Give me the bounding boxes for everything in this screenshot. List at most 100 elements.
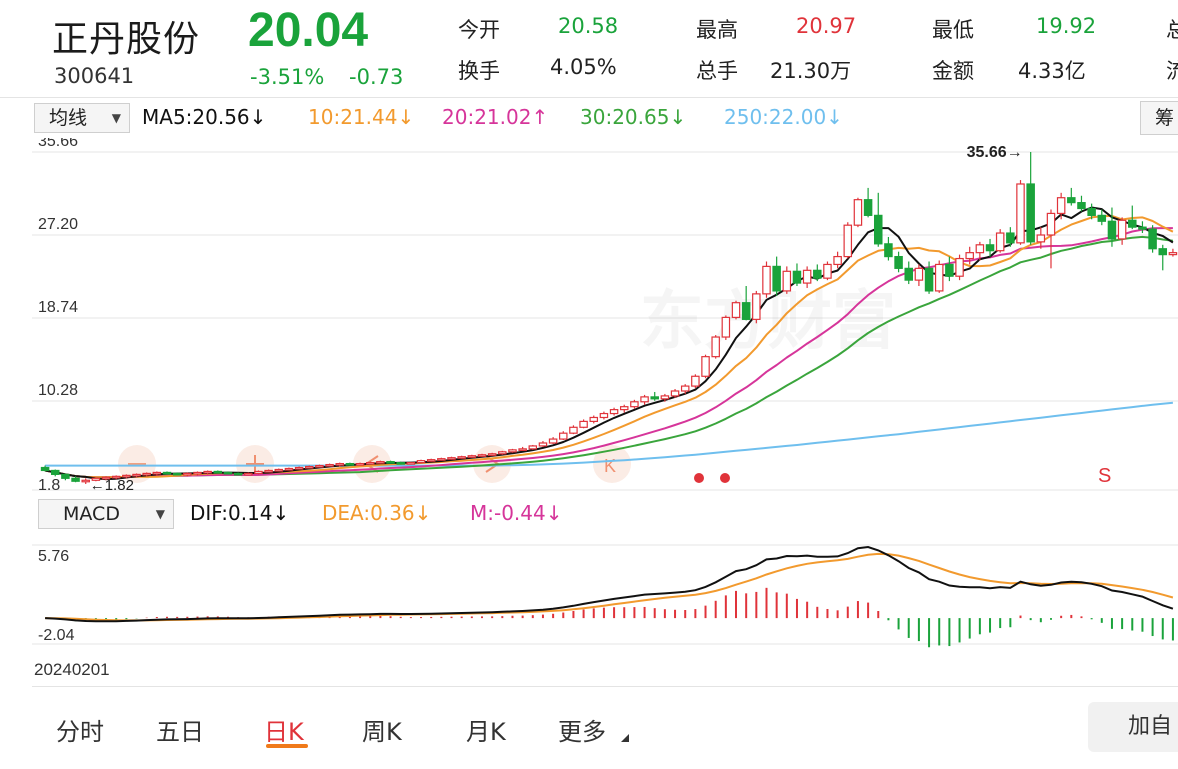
low-value: 19.92 (1036, 14, 1097, 38)
change-percent: -3.51% (250, 65, 325, 89)
change-amount: -0.73 (349, 65, 404, 89)
candle-body (559, 432, 568, 440)
candle-body (233, 472, 243, 476)
candle-body (142, 472, 151, 476)
candle-body (416, 460, 426, 464)
signal-dot (720, 473, 730, 483)
header-divider (0, 97, 1178, 98)
candle-body (924, 267, 934, 292)
ma-type-select[interactable]: 均线 ▼ (34, 103, 130, 133)
candle-body (802, 269, 812, 284)
candle-body (701, 356, 710, 377)
amount-value: 4.33亿 (1018, 59, 1086, 83)
macd-indicator-bar: MACD ▼ DIF:0.14↓ DEA:0.36↓ M:-0.44↓ (0, 497, 1178, 531)
chip-distribution-button[interactable]: 筹 (1140, 101, 1178, 135)
candle-body (254, 470, 263, 475)
candle-body (792, 270, 802, 284)
candle-body (599, 412, 609, 419)
kline-chart[interactable]: 东方财富 K 35.66 27.20 18.74 10.28 35.66→ ←1.82 1.… (0, 138, 1178, 496)
candle-body (650, 396, 659, 400)
candle-body (741, 302, 751, 320)
y-tick-label: 27.20 (38, 216, 78, 233)
amount-label: 金额 (932, 59, 974, 83)
ma250-value: 250:22.00↓ (724, 105, 843, 129)
candle-body (71, 477, 80, 482)
candle-body (376, 461, 385, 464)
candle-body (813, 269, 822, 279)
candle-body (498, 451, 507, 455)
macd-type-label: MACD (63, 503, 120, 525)
ma30-line (44, 235, 1174, 479)
max-price-annotation: 35.66→ (967, 144, 1023, 161)
candle-body (691, 375, 700, 387)
candle-body (345, 462, 355, 466)
left-edge-label: 1.8 (38, 477, 60, 494)
candle-body (894, 255, 903, 269)
signal-dot (694, 473, 704, 483)
candle-body (772, 265, 781, 292)
candle-body (965, 252, 974, 260)
candle-body (680, 385, 690, 392)
candle-body (843, 224, 853, 258)
tab-weekly-k[interactable]: 周K (362, 712, 402, 747)
candle-body (305, 465, 314, 469)
candle-body (945, 263, 954, 277)
ma20-value: 20:21.02↑ (442, 105, 549, 129)
candle-body (1046, 212, 1056, 236)
ma10-value: 10:21.44↓ (308, 105, 415, 129)
candle-body (294, 466, 304, 470)
candle-body (50, 469, 60, 475)
macd-dif-value: DIF:0.14↓ (190, 501, 290, 525)
candle-body (711, 336, 720, 358)
candle-body (437, 458, 446, 461)
candle-body (721, 316, 731, 338)
candle-body (569, 426, 578, 434)
candle-body (640, 396, 649, 403)
candle-body (538, 442, 548, 447)
candle-body (274, 468, 284, 472)
candle-body (1107, 220, 1117, 240)
chart-bottom-divider (32, 686, 1178, 687)
tab-daily-k[interactable]: 日K (264, 712, 304, 747)
candle-body (630, 401, 639, 408)
candle-body (731, 302, 741, 319)
candle-body (853, 199, 863, 226)
candle-body (40, 466, 50, 472)
candle-body (1138, 226, 1147, 230)
open-value: 20.58 (558, 14, 619, 38)
candle-body (335, 462, 344, 466)
candle-body (325, 463, 334, 467)
dif-line (45, 545, 1174, 623)
macd-chart[interactable]: 5.76 -2.04 (0, 531, 1178, 656)
macd-lines (45, 545, 1174, 623)
min-price-annotation: ←1.82 (90, 477, 134, 494)
candle-body (244, 472, 253, 476)
candle-body (487, 453, 497, 456)
candle-body (1087, 207, 1096, 216)
candle-body (213, 470, 223, 474)
sell-signal-label: S (1098, 465, 1111, 487)
kline-axis-labels: 35.66 27.20 18.74 10.28 35.66→ ←1.82 1.8 S (38, 138, 1111, 494)
candle-body (203, 470, 212, 474)
stock-code: 300641 (54, 64, 135, 88)
ma-indicator-bar: 均线 ▼ MA5:20.56↓ 10:21.44↓ 20:21.02↑ 30:2… (0, 99, 1178, 137)
add-watchlist-button[interactable]: 加自 (1088, 702, 1178, 752)
candle-body (823, 263, 832, 279)
tab-intraday[interactable]: 分时 (56, 712, 104, 747)
candle-body (1026, 183, 1035, 243)
candle-body (752, 293, 761, 320)
candle-body (934, 263, 944, 292)
total-cap-label-cut: 总 (1166, 18, 1178, 42)
macd-type-select[interactable]: MACD ▼ (38, 499, 174, 529)
turnover-label: 换手 (458, 59, 500, 83)
candle-body (1006, 232, 1015, 244)
candle-body (355, 462, 365, 466)
candle-body (670, 390, 680, 397)
tab-five-day[interactable]: 五日 (156, 712, 204, 747)
candle-body (162, 471, 172, 475)
tab-monthly-k[interactable]: 月K (466, 712, 506, 747)
candle-body (1158, 248, 1168, 256)
tab-more[interactable]: 更多 (558, 712, 606, 747)
ma20-line (44, 227, 1173, 479)
macd-dea-value: DEA:0.36↓ (322, 501, 432, 525)
